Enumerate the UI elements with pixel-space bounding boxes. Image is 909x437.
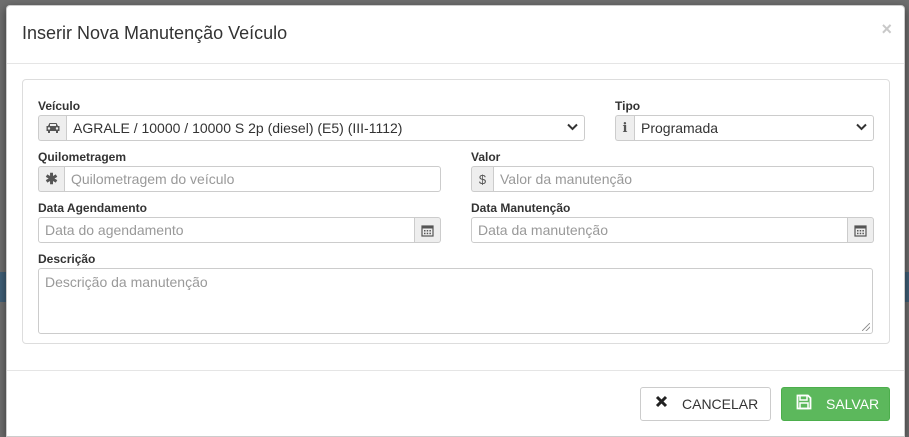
modal-footer: CANCELAR SALVAR [7, 370, 904, 437]
quilometragem-field: Quilometragem ✱ Quilometragem do veículo [38, 149, 441, 192]
data-agendamento-field: Data Agendamento Data do agendamento [38, 200, 441, 243]
cancel-button[interactable]: CANCELAR [640, 387, 771, 421]
close-icon[interactable]: × [881, 20, 892, 38]
modal-header: Inserir Nova Manutenção Veículo × [7, 6, 904, 64]
descricao-field: Descrição Descrição da manutenção [38, 251, 874, 334]
info-icon: i [615, 115, 634, 141]
asterisk-icon: ✱ [38, 166, 64, 192]
tipo-label: Tipo [615, 99, 641, 113]
tipo-selected-value: Programada [641, 120, 719, 136]
descricao-textarea[interactable]: Descrição da manutenção [38, 268, 873, 334]
quilometragem-input[interactable]: Quilometragem do veículo [64, 166, 441, 192]
data-manutencao-field: Data Manutenção Data da manutenção [471, 200, 874, 243]
cancel-button-label: CANCELAR [682, 396, 759, 412]
dollar-icon: $ [471, 166, 493, 192]
calendar-icon[interactable] [415, 217, 441, 243]
valor-input[interactable]: Valor da manutenção [493, 166, 874, 192]
data-agendamento-label: Data Agendamento [38, 201, 147, 215]
tipo-field: Tipo i Programada [615, 98, 874, 141]
veiculo-field: Veículo AGRALE / 10000 / 10000 S 2p (die… [38, 98, 585, 141]
chevron-down-icon [856, 122, 867, 134]
modal-title: Inserir Nova Manutenção Veículo [22, 23, 288, 43]
valor-label: Valor [471, 150, 501, 164]
data-manutencao-input[interactable]: Data da manutenção [471, 217, 848, 243]
veiculo-label: Veículo [38, 99, 81, 113]
data-manutencao-label: Data Manutenção [471, 201, 571, 215]
valor-field: Valor $ Valor da manutenção [471, 149, 874, 192]
form-panel: Veículo AGRALE / 10000 / 10000 S 2p (die… [22, 79, 890, 344]
veiculo-selected-value: AGRALE / 10000 / 10000 S 2p (diesel) (E5… [73, 120, 403, 136]
quilometragem-label: Quilometragem [38, 150, 127, 164]
descricao-placeholder: Descrição da manutenção [45, 274, 208, 290]
close-icon [655, 395, 668, 413]
resize-handle[interactable] [862, 323, 870, 331]
descricao-label: Descrição [38, 252, 96, 266]
save-button-label: SALVAR [826, 396, 880, 412]
calendar-icon[interactable] [848, 217, 874, 243]
save-button[interactable]: SALVAR [781, 387, 890, 421]
car-icon [38, 115, 66, 141]
save-icon [796, 394, 812, 415]
data-agendamento-input[interactable]: Data do agendamento [38, 217, 415, 243]
tipo-select[interactable]: Programada [634, 115, 874, 141]
modal-dialog: Inserir Nova Manutenção Veículo × Veícul… [6, 5, 905, 437]
veiculo-select[interactable]: AGRALE / 10000 / 10000 S 2p (diesel) (E5… [66, 115, 585, 141]
chevron-down-icon [567, 122, 578, 134]
